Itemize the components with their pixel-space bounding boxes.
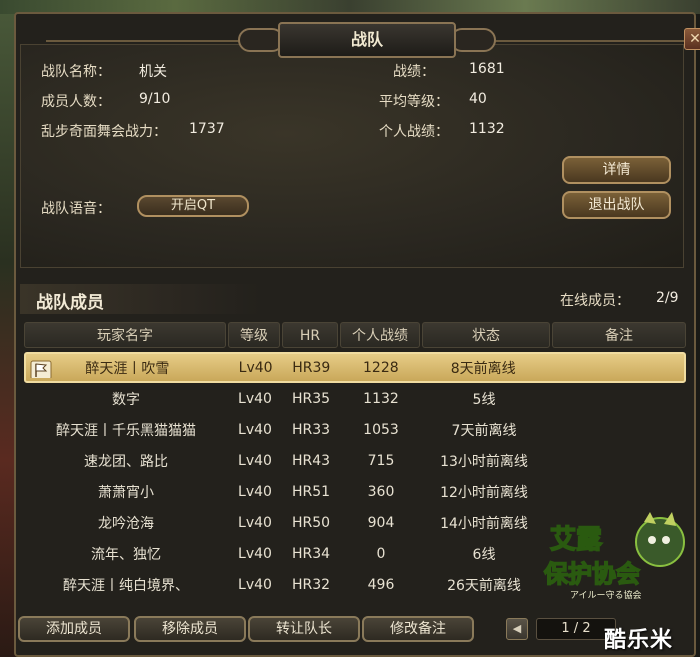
close-button[interactable]: ✕	[684, 28, 700, 50]
member-hr: HR34	[291, 545, 331, 562]
member-hr: HR33	[291, 421, 331, 438]
edit-note-button[interactable]: 修改备注	[362, 616, 474, 642]
member-name: 流年、独忆	[91, 546, 161, 563]
bottom-toolbar: 添加成员 移除成员 转让队长 修改备注 ◀ 1 / 2	[18, 616, 688, 646]
column-header-note[interactable]: 备注	[552, 322, 686, 348]
member-level: Lv40	[238, 576, 272, 593]
member-status: 26天前离线	[447, 577, 521, 594]
member-status: 14小时前离线	[440, 515, 528, 532]
member-score: 1228	[363, 359, 399, 376]
member-name: 萧萧宵小	[98, 484, 154, 501]
members-table-header: 玩家名字 等级 HR 个人战绩 状态 备注	[24, 322, 686, 348]
power-label: 乱步奇面舞会战力：	[41, 124, 167, 140]
watermark: 酷乐米	[604, 628, 674, 653]
column-header-level[interactable]: 等级	[228, 322, 280, 348]
leave-team-button[interactable]: 退出战队	[562, 191, 671, 219]
member-hr: HR35	[291, 390, 331, 407]
chevron-left-icon: ◀	[512, 622, 522, 635]
member-hr: HR43	[291, 452, 331, 469]
member-name: 速龙团、路比	[84, 453, 168, 470]
online-members-label: 在线成员：	[560, 293, 630, 309]
member-level: Lv40	[238, 545, 272, 562]
member-count-value: 9/10	[139, 91, 171, 107]
member-name: 醉天涯丨吹雪	[85, 360, 170, 377]
table-row[interactable]: 萧萧宵小 Lv40 HR51 360 12小时前离线	[24, 476, 686, 507]
member-status: 13小时前离线	[440, 453, 528, 470]
member-name: 醉天涯丨千乐黑猫猫猫	[56, 422, 196, 439]
members-header: 战队成员 在线成员： 2/9	[20, 284, 684, 314]
logo-text-1: 艾露	[550, 525, 603, 555]
member-level: Lv40	[238, 390, 272, 407]
details-button[interactable]: 详情	[562, 156, 671, 184]
add-member-button[interactable]: 添加成员	[18, 616, 130, 642]
team-info-panel: 战队名称： 机关 成员人数： 9/10 乱步奇面舞会战力： 1737 战绩： 1…	[20, 44, 684, 268]
airu-protection-society-logo: 艾露 保护协会 アイルー守る協会	[542, 512, 685, 601]
team-name-label: 战队名称：	[41, 64, 111, 80]
member-score: 715	[367, 452, 395, 469]
enable-qt-button[interactable]: 开启QT	[137, 195, 249, 217]
member-level: Lv40	[238, 452, 272, 469]
flag-icon	[30, 360, 52, 378]
close-icon: ✕	[689, 31, 700, 47]
team-name-value: 机关	[139, 64, 167, 80]
member-level: Lv40	[238, 421, 272, 438]
member-score: 496	[367, 576, 395, 593]
member-score: 1132	[363, 390, 399, 407]
column-header-name[interactable]: 玩家名字	[24, 322, 226, 348]
personal-score-label: 个人战绩：	[379, 124, 449, 140]
member-level: Lv40	[238, 483, 272, 500]
column-header-hr[interactable]: HR	[282, 322, 338, 348]
member-score: 904	[367, 514, 395, 531]
power-value: 1737	[189, 121, 225, 137]
members-title: 战队成员	[36, 293, 104, 313]
member-status: 6线	[472, 546, 496, 563]
table-row[interactable]: 速龙团、路比 Lv40 HR43 715 13小时前离线	[24, 445, 686, 476]
member-name: 醉天涯丨纯白境界、	[63, 577, 189, 594]
member-hr: HR51	[291, 483, 331, 500]
table-row[interactable]: 醉天涯丨千乐黑猫猫猫 Lv40 HR33 1053 7天前离线	[24, 414, 686, 445]
member-name-cell: 醉天涯丨吹雪	[26, 358, 229, 378]
column-header-status[interactable]: 状态	[422, 322, 550, 348]
transfer-leader-button[interactable]: 转让队长	[248, 616, 360, 642]
member-level: Lv40	[238, 514, 272, 531]
logo-subtext: アイルー守る協会	[570, 589, 642, 601]
prev-page-button[interactable]: ◀	[506, 618, 528, 640]
team-score-label: 战绩：	[393, 64, 435, 80]
member-hr: HR32	[291, 576, 331, 593]
avg-level-label: 平均等级：	[379, 94, 449, 110]
member-status: 7天前离线	[451, 422, 517, 439]
window-title: 战队	[278, 22, 456, 58]
member-status: 8天前离线	[450, 360, 516, 377]
team-score-value: 1681	[469, 61, 505, 77]
member-hr: HR39	[292, 359, 331, 376]
logo-text-2: 保护协会	[543, 560, 640, 588]
member-status: 12小时前离线	[440, 484, 528, 501]
member-name: 数字	[112, 391, 140, 408]
member-score: 0	[376, 545, 386, 562]
personal-score-value: 1132	[469, 121, 505, 137]
avg-level-value: 40	[469, 91, 487, 107]
member-count-label: 成员人数：	[41, 94, 111, 110]
member-status: 5线	[472, 391, 496, 408]
table-row[interactable]: 醉天涯丨吹雪 Lv40 HR39 1228 8天前离线	[24, 352, 686, 383]
table-row[interactable]: 数字 Lv40 HR35 1132 5线	[24, 383, 686, 414]
column-header-score[interactable]: 个人战绩	[340, 322, 420, 348]
remove-member-button[interactable]: 移除成员	[134, 616, 246, 642]
voice-label: 战队语音：	[41, 201, 111, 217]
title-ornament-right	[450, 28, 496, 52]
member-name: 龙吟沧海	[98, 515, 154, 532]
member-hr: HR50	[291, 514, 331, 531]
member-level: Lv40	[238, 359, 273, 376]
member-score: 360	[367, 483, 395, 500]
member-score: 1053	[363, 421, 399, 438]
online-members-value: 2/9	[656, 290, 679, 306]
